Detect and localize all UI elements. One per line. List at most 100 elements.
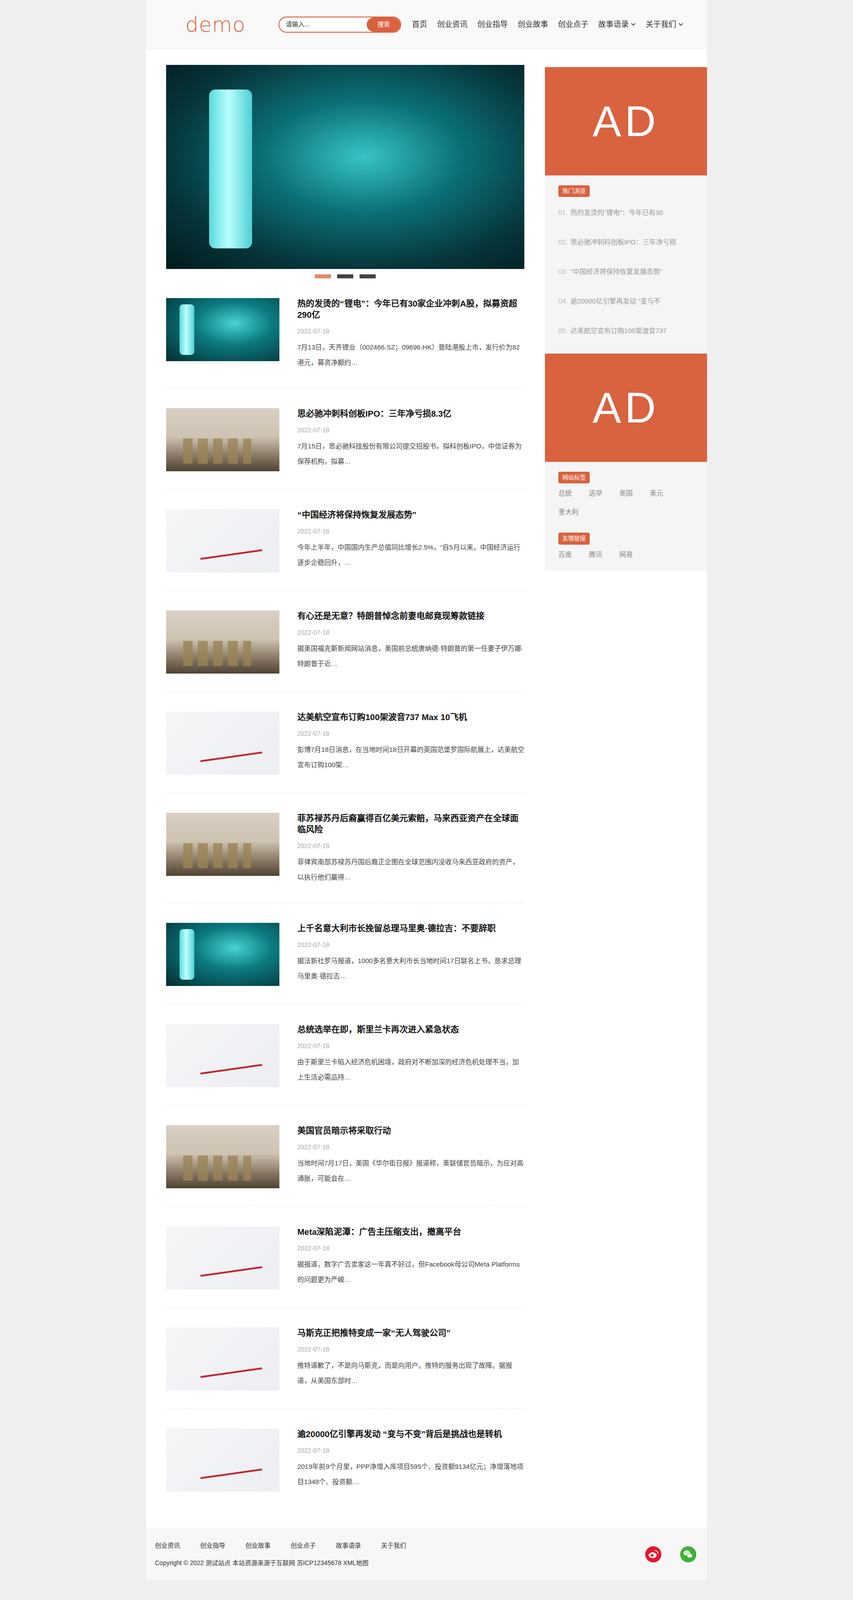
article-thumbnail[interactable] <box>166 1328 280 1392</box>
article-title[interactable]: Meta深陷泥潭：广告主压缩支出，撤离平台 <box>297 1226 525 1239</box>
article-title[interactable]: 达美航空宣布订购100架波音737 Max 10飞机 <box>297 711 525 724</box>
banner-image[interactable] <box>166 64 525 270</box>
article-title[interactable]: 逾20000亿引擎再发动 “变与不变”背后是挑战也是转机 <box>297 1429 525 1441</box>
article-excerpt: 彭博7月18日消息，在当地时间18日开幕的英国范堡罗国际航展上，达美航空宣布订购… <box>297 742 525 773</box>
footer-link[interactable]: 创业故事 <box>245 1541 271 1552</box>
article-text: 逾20000亿引擎再发动 “变与不变”背后是挑战也是转机2022-07-1820… <box>297 1429 525 1493</box>
friend-link[interactable]: 腾讯 <box>588 549 603 561</box>
nav-item[interactable]: 首页 <box>411 18 428 31</box>
tag-link[interactable]: 选举 <box>588 488 603 499</box>
article-text: 菲苏禄苏丹后裔赢得百亿美元索赔，马来西亚资产在全球面临风险2022-07-18菲… <box>297 813 525 886</box>
article-thumbnail[interactable] <box>166 408 280 472</box>
article-title[interactable]: 热的发烫的“锂电”：今年已有30家企业冲刺A股，拟募资超290亿 <box>297 298 525 321</box>
carousel-indicator[interactable] <box>359 274 376 279</box>
site-footer: 创业资讯 创业指导 创业故事 创业点子 故事语录 关于我们 Copyright © 2022… <box>145 1528 708 1582</box>
site-logo[interactable]: demo <box>185 14 245 35</box>
article-text: 美国官员暗示将采取行动2022-07-18当地时间7月17日，美国《华尔街日报》… <box>297 1125 525 1189</box>
footer-link[interactable]: 创业资讯 <box>154 1541 181 1552</box>
section-badge: 友情链接 <box>558 532 590 545</box>
footer-link[interactable]: 创业指导 <box>200 1541 226 1552</box>
copyright: Copyright © 2022 测试站点 本站资源来源于互联网 苏ICP123… <box>154 1559 407 1569</box>
nav-item[interactable]: 创业故事 <box>517 18 549 31</box>
tag-link[interactable]: 意大利 <box>558 506 579 518</box>
article-excerpt: 当地时间7月17日，美国《华尔街日报》报道称，美联储官员暗示，为应对高通胀，可能… <box>297 1156 525 1187</box>
tags-section: 网站标签总统选举美国美元意大利 <box>544 462 708 518</box>
article-title[interactable]: 总统选举在即，斯里兰卡再次进入紧急状态 <box>297 1024 525 1036</box>
article-date: 2022-07-18 <box>297 326 525 337</box>
article-date: 2022-07-18 <box>297 425 525 436</box>
article-thumbnail[interactable] <box>166 813 280 877</box>
article-item: 马斯克正把推特变成一家“无人驾驶公司” 2022-07-18 推特道歉了，不是向马斯… <box>166 1308 525 1410</box>
article-excerpt: 据美国福克斯新闻网站消息，美国前总统唐纳德·特朗普的第一任妻子伊万娜·特朗普于近… <box>297 641 525 672</box>
article-list: 热的发烫的“锂电”：今年已有30家企业冲刺A股，拟募资超290亿 2022-07-… <box>166 278 525 1511</box>
ad-banner[interactable]: AD <box>544 67 708 176</box>
footer-link[interactable]: 故事语录 <box>335 1541 361 1552</box>
article-item: Meta深陷泥潭：广告主压缩支出，撤离平台 2022-07-18 据报道，数字广告卖… <box>166 1207 525 1309</box>
footer-link[interactable]: 关于我们 <box>381 1541 407 1552</box>
article-thumbnail[interactable] <box>166 1125 280 1189</box>
tag-link[interactable]: 美元 <box>649 488 664 499</box>
article-item: 上千名意大利市长挽留总理马里奥·德拉吉：不要辞职2022-07-18据法新社罗马… <box>166 903 525 1005</box>
article-title[interactable]: 马斯克正把推特变成一家“无人驾驶公司” <box>297 1328 525 1340</box>
nav-item[interactable]: 故事语录 <box>598 18 636 31</box>
article-thumbnail[interactable] <box>166 610 280 674</box>
article-date: 2022-07-18 <box>297 729 525 739</box>
ad-banner[interactable]: AD <box>544 353 708 463</box>
article-date: 2022-07-18 <box>297 1345 525 1355</box>
hot-item[interactable]: 01.热的发烫的“锂电”：今年已有30 <box>558 197 694 228</box>
friend-link[interactable]: 百度 <box>558 549 572 561</box>
nav-item[interactable]: 创业点子 <box>557 18 589 31</box>
article-item: 达美航空宣布订购100架波音737 Max 10飞机 2022-07-18 彭博7月… <box>166 692 525 794</box>
article-text: 有心还是无意？特朗普悼念前妻电邮竟现筹款链接2022-07-18据美国福克斯新闻… <box>297 610 525 674</box>
hot-list: 01.热的发烫的“锂电”：今年已有3002.思必驰冲刺科创板IPO：三年净亏损0… <box>558 197 694 346</box>
article-title[interactable]: 菲苏禄苏丹后裔赢得百亿美元索赔，马来西亚资产在全球面临风险 <box>297 813 525 836</box>
article-item: “中国经济将保持恢复发展态势”2022-07-18今年上半年，中国国内生产总值同… <box>166 489 525 592</box>
hot-item[interactable]: 04.逾20000亿引擎再发动 “变与不 <box>558 286 694 317</box>
hot-item[interactable]: 02.思必驰冲刺科创板IPO：三年净亏损 <box>558 227 694 258</box>
article-excerpt: 推特道歉了，不是向马斯克，而是向用户。推特的服务出现了故障。据报道，从美国东部时… <box>297 1358 525 1389</box>
article-title[interactable]: 有心还是无意？特朗普悼念前妻电邮竟现筹款链接 <box>297 610 525 622</box>
nav-item[interactable]: 创业指导 <box>477 18 508 31</box>
social-icons <box>645 1547 699 1564</box>
article-excerpt: 菲律宾南部苏禄苏丹国后裔正企图在全球范围内没收马来西亚政府的资产，以执行他们赢得… <box>297 854 525 886</box>
article-date: 2022-07-18 <box>297 1244 525 1254</box>
article-excerpt: 7月13日，天齐锂业（002466.SZ；09696.HK）登陆港股上市，发行价… <box>297 339 525 371</box>
article-text: 马斯克正把推特变成一家“无人驾驶公司” 2022-07-18 推特道歉了，不是向马斯… <box>297 1328 525 1392</box>
article-thumbnail[interactable] <box>166 923 280 987</box>
footer-link[interactable]: 创业点子 <box>290 1541 316 1552</box>
hot-item[interactable]: 05.达美航空宣布订购100架波音737 <box>558 316 694 346</box>
carousel-indicator[interactable] <box>314 274 331 279</box>
article-thumbnail[interactable] <box>166 1024 280 1088</box>
article-title[interactable]: 美国官员暗示将采取行动 <box>297 1125 525 1137</box>
article-text: 上千名意大利市长挽留总理马里奥·德拉吉：不要辞职2022-07-18据法新社罗马… <box>297 923 525 987</box>
article-thumbnail[interactable] <box>166 509 280 573</box>
article-thumbnail[interactable] <box>166 298 280 362</box>
carousel-indicators <box>166 269 525 279</box>
article-thumbnail[interactable] <box>166 1226 280 1291</box>
nav-item[interactable]: 创业资讯 <box>437 18 468 31</box>
article-thumbnail[interactable] <box>166 1429 280 1493</box>
article-title[interactable]: 上千名意大利市长挽留总理马里奥·德拉吉：不要辞职 <box>297 923 525 935</box>
friend-link[interactable]: 网易 <box>619 549 633 561</box>
weibo-icon[interactable] <box>645 1547 662 1564</box>
tag-link[interactable]: 总统 <box>558 488 572 499</box>
tag-link[interactable]: 美国 <box>619 488 633 499</box>
hot-item[interactable]: 03.“中国经济将保持恢复发展态势” <box>558 257 694 287</box>
article-item: 思必驰冲刺科创板IPO：三年净亏损8.3亿2022-07-187月15日，思必驰… <box>166 388 525 490</box>
search-button[interactable]: 搜索 <box>366 17 401 32</box>
friend-link-list: 百度 腾讯 网易 <box>558 549 694 561</box>
carousel-indicator[interactable] <box>337 274 354 279</box>
article-excerpt: 今年上半年，中国国内生产总值同比增长2.5%，“自5月以来，中国经济运行逐步企稳… <box>297 540 525 571</box>
footer-info: 创业资讯 创业指导 创业故事 创业点子 故事语录 关于我们 Copyright © 2022… <box>154 1541 407 1569</box>
chevron-down-icon <box>678 22 684 26</box>
article-text: “中国经济将保持恢复发展态势”2022-07-18今年上半年，中国国内生产总值同… <box>297 509 525 573</box>
search-input[interactable] <box>279 17 367 32</box>
article-title[interactable]: 思必驰冲刺科创板IPO：三年净亏损8.3亿 <box>297 408 525 420</box>
hot-section: 热门浏览01.热的发烫的“锂电”：今年已有3002.思必驰冲刺科创板IPO：三年… <box>544 175 708 346</box>
wechat-icon[interactable] <box>680 1547 697 1564</box>
article-text: Meta深陷泥潭：广告主压缩支出，撤离平台 2022-07-18 据报道，数字广告卖… <box>297 1226 525 1291</box>
article-thumbnail[interactable] <box>166 711 280 776</box>
article-excerpt: 据报道，数字广告卖家这一年真不好过，但Facebook母公司Meta Platf… <box>297 1257 525 1288</box>
nav-item[interactable]: 关于我们 <box>645 18 684 31</box>
article-title[interactable]: “中国经济将保持恢复发展态势” <box>297 509 525 521</box>
